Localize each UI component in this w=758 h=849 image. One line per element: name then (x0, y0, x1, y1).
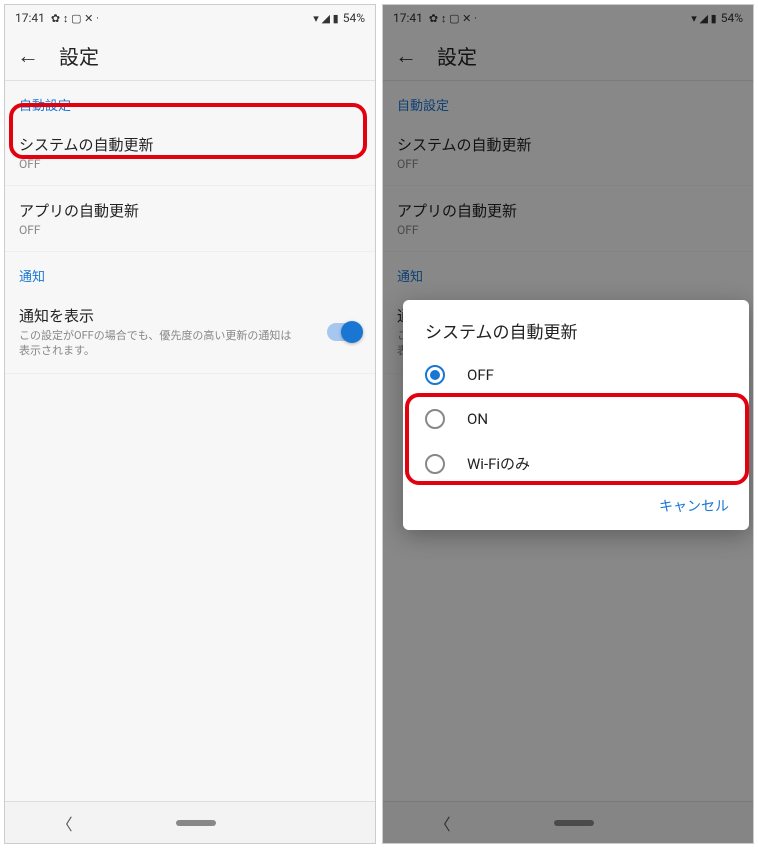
section-notify-header: 通知 (5, 252, 375, 291)
setting-show-notifications[interactable]: 通知を表示 この設定がOFFの場合でも、優先度の高い更新の通知は表示されます。 (5, 291, 375, 374)
section-auto-header: 自動設定 (5, 81, 375, 120)
radio-option-on[interactable]: ON (403, 397, 749, 441)
phone-left: 17:41 ✿ ↕ ▢ ✕ · ▾ ◢ ▮ 54% ← 設定 自動設定 システム… (4, 4, 376, 844)
radio-icon (425, 409, 445, 429)
setting-value: OFF (19, 223, 361, 237)
status-left-icons: ✿ ↕ ▢ ✕ · (51, 12, 99, 25)
toggle-switch[interactable] (327, 323, 361, 341)
status-time: 17:41 (15, 11, 45, 25)
setting-title: 通知を表示 (19, 305, 361, 326)
status-bar: 17:41 ✿ ↕ ▢ ✕ · ▾ ◢ ▮ 54% (5, 5, 375, 31)
setting-title: システムの自動更新 (19, 134, 361, 155)
nav-home-icon[interactable] (176, 820, 216, 826)
dialog-title: システムの自動更新 (403, 318, 749, 353)
setting-value: OFF (19, 157, 361, 171)
setting-system-auto-update[interactable]: システムの自動更新 OFF (5, 120, 375, 186)
setting-desc: この設定がOFFの場合でも、優先度の高い更新の通知は表示されます。 (19, 328, 361, 359)
settings-content: 自動設定 システムの自動更新 OFF アプリの自動更新 OFF 通知 通知を表示… (5, 81, 375, 801)
radio-label: Wi-Fiのみ (467, 453, 530, 474)
nav-bar: 〈 (5, 801, 375, 843)
status-right-icons: ▾ ◢ ▮ (313, 12, 339, 25)
nav-recent-icon[interactable] (319, 813, 323, 832)
radio-option-wifi-only[interactable]: Wi-Fiのみ (403, 441, 749, 486)
phone-right: 17:41 ✿ ↕ ▢ ✕ · ▾ ◢ ▮ 54% ← 設定 自動設定 システム… (382, 4, 754, 844)
radio-label: OFF (467, 366, 494, 384)
radio-icon (425, 365, 445, 385)
dialog-system-auto-update: システムの自動更新 OFF ON Wi-Fiのみ キャンセル (403, 300, 749, 530)
status-battery: 54% (343, 11, 365, 25)
setting-title: アプリの自動更新 (19, 200, 361, 221)
back-icon[interactable]: ← (17, 43, 39, 69)
radio-option-off[interactable]: OFF (403, 353, 749, 397)
page-title: 設定 (59, 41, 99, 70)
nav-back-icon[interactable]: 〈 (57, 811, 73, 835)
title-bar: ← 設定 (5, 31, 375, 81)
cancel-button[interactable]: キャンセル (659, 499, 729, 515)
radio-label: ON (467, 410, 488, 428)
radio-icon (425, 454, 445, 474)
setting-app-auto-update[interactable]: アプリの自動更新 OFF (5, 186, 375, 252)
